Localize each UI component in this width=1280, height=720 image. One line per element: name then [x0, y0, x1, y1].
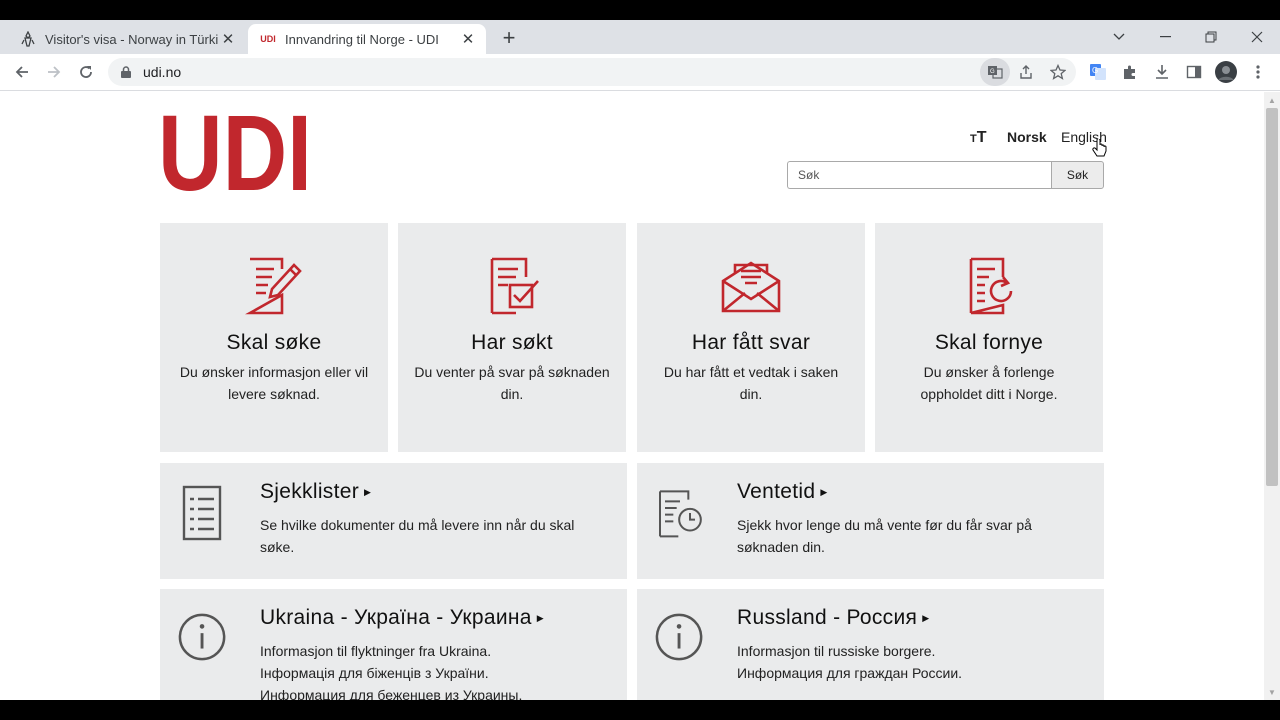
side-panel-icon[interactable]	[1180, 58, 1208, 86]
envelope-open-icon	[721, 261, 781, 313]
close-window-icon[interactable]	[1234, 20, 1280, 54]
udi-logo-text: UDI	[160, 111, 312, 191]
search-input[interactable]	[787, 161, 1051, 189]
form-check-icon	[490, 257, 539, 315]
card-title: Har fått svar	[691, 331, 811, 354]
card-title: Skal fornye	[934, 331, 1044, 354]
share-icon[interactable]	[1012, 58, 1040, 86]
card-text: Du venter på svar på søknaden din.	[414, 364, 610, 402]
card-text: Du har fått et vedtak i saken din.	[663, 364, 839, 402]
tab-visitors-visa[interactable]: Visitor's visa - Norway in Türkiye ✕	[8, 24, 246, 54]
caret-right-icon: ▶	[364, 486, 372, 497]
text-size-icon[interactable]: TT	[970, 129, 987, 147]
card-title: Ukraina - Україна - Украина ▶	[260, 606, 545, 629]
bookmark-star-icon[interactable]	[1044, 58, 1072, 86]
browser-window: Visitor's visa - Norway in Türkiye ✕ UDI…	[0, 20, 1280, 700]
back-icon[interactable]	[8, 58, 36, 86]
more-menu-icon[interactable]	[1244, 58, 1272, 86]
forward-icon[interactable]	[40, 58, 68, 86]
card-title: Sjekklister ▶	[260, 480, 372, 503]
card-text: Informasjon til flyktninger fra Ukraina.…	[260, 643, 523, 700]
downloads-icon[interactable]	[1148, 58, 1176, 86]
tab-close-icon[interactable]: ✕	[458, 29, 478, 49]
udi-favicon-icon: UDI	[260, 34, 276, 44]
card-sjekklister[interactable]: Sjekklister ▶ Se hvilke dokumenter du må …	[160, 463, 627, 579]
tab-udi[interactable]: UDI Innvandring til Norge - UDI ✕	[248, 24, 486, 54]
google-translate-extension-icon[interactable]: G	[1084, 58, 1112, 86]
caret-right-icon: ▶	[536, 612, 545, 623]
card-ukraina[interactable]: Ukraina - Україна - Украина ▶ Informasjon…	[160, 589, 627, 700]
address-bar[interactable]: udi.no	[108, 58, 1076, 86]
info-icon	[655, 613, 703, 661]
tab-title: Visitor's visa - Norway in Türkiye	[45, 31, 218, 47]
page-scrollbar[interactable]: ▲ ▼	[1264, 92, 1280, 700]
checklist-icon	[182, 485, 222, 541]
caret-right-icon: ▶	[922, 612, 930, 623]
extensions-puzzle-icon[interactable]	[1116, 58, 1144, 86]
udi-logo[interactable]: UDI	[158, 92, 312, 213]
svg-text:G: G	[990, 69, 995, 75]
norway-embassy-favicon-icon	[20, 31, 36, 47]
card-skal-fornye[interactable]: Skal fornye Du ønsker å forlenge opphold…	[875, 223, 1103, 452]
search-button[interactable]: Søk	[1051, 161, 1104, 189]
card-text: Du ønsker å forlenge oppholdet ditt i No…	[920, 364, 1058, 402]
card-skal-soke[interactable]: Skal søke Du ønsker informasjon eller vi…	[160, 223, 388, 452]
tab-close-icon[interactable]: ✕	[218, 29, 238, 49]
scrollbar-thumb[interactable]	[1266, 108, 1278, 486]
caret-right-icon: ▶	[820, 486, 828, 497]
card-har-sokt[interactable]: Har søkt Du venter på svar på søknaden d…	[398, 223, 626, 452]
lang-norsk-link[interactable]: Norsk	[1007, 129, 1047, 145]
card-har-fatt-svar[interactable]: Har fått svar Du har fått et vedtak i sa…	[637, 223, 865, 452]
restore-icon[interactable]	[1188, 20, 1234, 54]
card-ventetid[interactable]: Ventetid ▶ Sjekk hvor lenge du må vente f…	[637, 463, 1104, 579]
reload-icon[interactable]	[72, 58, 100, 86]
url-text: udi.no	[143, 64, 182, 80]
tab-search-chevron-icon[interactable]	[1096, 20, 1142, 54]
card-text: Du ønsker informasjon eller vil levere s…	[179, 364, 369, 402]
minimize-icon[interactable]	[1142, 20, 1188, 54]
tab-strip: Visitor's visa - Norway in Türkiye ✕ UDI…	[0, 20, 1280, 54]
card-title: Har søkt	[471, 331, 553, 354]
hand-cursor-icon	[1092, 139, 1107, 157]
card-text: Sjekk hvor lenge du må vente før du får …	[737, 517, 1032, 555]
card-title: Russland - Россия ▶	[737, 606, 930, 629]
card-russland[interactable]: Russland - Россия ▶ Informasjon til russi…	[637, 589, 1104, 700]
info-icon	[178, 613, 226, 661]
scroll-up-icon: ▲	[1268, 96, 1276, 105]
web-page: UDI TT Norsk English Søk Skal søke Du øn…	[0, 92, 1264, 700]
document-clock-icon	[659, 490, 702, 538]
card-title: Skal søke	[226, 331, 322, 354]
translate-icon[interactable]: G	[980, 58, 1010, 86]
site-search: Søk	[787, 161, 1104, 189]
card-text: Se hvilke dokumenter du må levere inn nå…	[260, 517, 575, 555]
card-title: Ventetid ▶	[737, 480, 828, 503]
lock-icon	[121, 66, 131, 78]
svg-text:G: G	[1092, 66, 1098, 75]
card-text: Informasjon til russiske borgere. Информ…	[737, 643, 963, 681]
scroll-down-icon: ▼	[1268, 688, 1276, 697]
tab-title: Innvandring til Norge - UDI	[285, 31, 439, 47]
form-edit-icon	[245, 257, 302, 315]
new-tab-button[interactable]: +	[497, 25, 521, 50]
browser-toolbar: udi.no G G	[0, 54, 1280, 91]
profile-avatar[interactable]	[1212, 58, 1240, 86]
form-renew-icon	[969, 257, 1013, 315]
